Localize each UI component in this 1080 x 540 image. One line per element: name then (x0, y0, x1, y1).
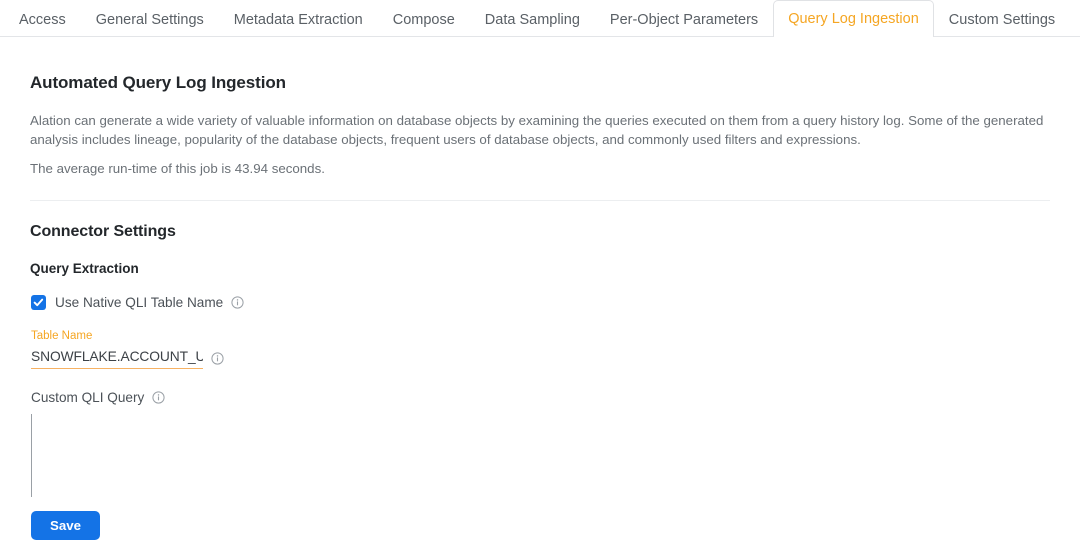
tab-compose[interactable]: Compose (378, 3, 470, 37)
use-native-qli-label: Use Native QLI Table Name (55, 295, 224, 310)
save-button[interactable]: Save (31, 510, 101, 540)
query-extraction-heading: Query Extraction (30, 261, 139, 276)
average-runtime-text: The average run-time of this job is 43.9… (30, 161, 325, 176)
info-circle-icon[interactable] (211, 352, 224, 365)
table-name-row (31, 348, 1050, 369)
query-log-ingestion-panel: Automated Query Log Ingestion Alation ca… (0, 73, 1080, 540)
custom-qli-query-label: Custom QLI Query (31, 389, 145, 405)
tab-data-sampling[interactable]: Data Sampling (470, 3, 595, 37)
table-name-label: Table Name (31, 330, 93, 342)
tab-general-settings[interactable]: General Settings (81, 3, 219, 37)
use-native-qli-row: Use Native QLI Table Name (31, 295, 1050, 310)
table-name-field-block: Table Name (31, 330, 1050, 369)
tab-per-object-parameters[interactable]: Per-Object Parameters (595, 3, 773, 37)
intro-description: Alation can generate a wide variety of v… (30, 113, 1044, 147)
tab-access[interactable]: Access (4, 3, 81, 37)
table-name-input[interactable] (31, 348, 203, 369)
use-native-qli-checkbox[interactable] (31, 295, 46, 310)
custom-qli-query-editor[interactable] (31, 413, 1050, 497)
tab-metadata-extraction[interactable]: Metadata Extraction (219, 3, 378, 37)
tab-query-log-ingestion[interactable]: Query Log Ingestion (773, 0, 934, 37)
info-circle-icon[interactable] (152, 390, 165, 404)
page-title: Automated Query Log Ingestion (30, 73, 286, 92)
connector-settings-heading: Connector Settings (30, 223, 176, 240)
settings-tab-bar: Access General Settings Metadata Extract… (0, 0, 1080, 37)
section-divider (30, 200, 1050, 201)
info-circle-icon[interactable] (231, 296, 244, 309)
tab-custom-settings[interactable]: Custom Settings (934, 3, 1070, 37)
custom-qli-query-block: Custom QLI Query (31, 390, 1050, 497)
custom-qli-query-label-row: Custom QLI Query (31, 390, 1050, 405)
